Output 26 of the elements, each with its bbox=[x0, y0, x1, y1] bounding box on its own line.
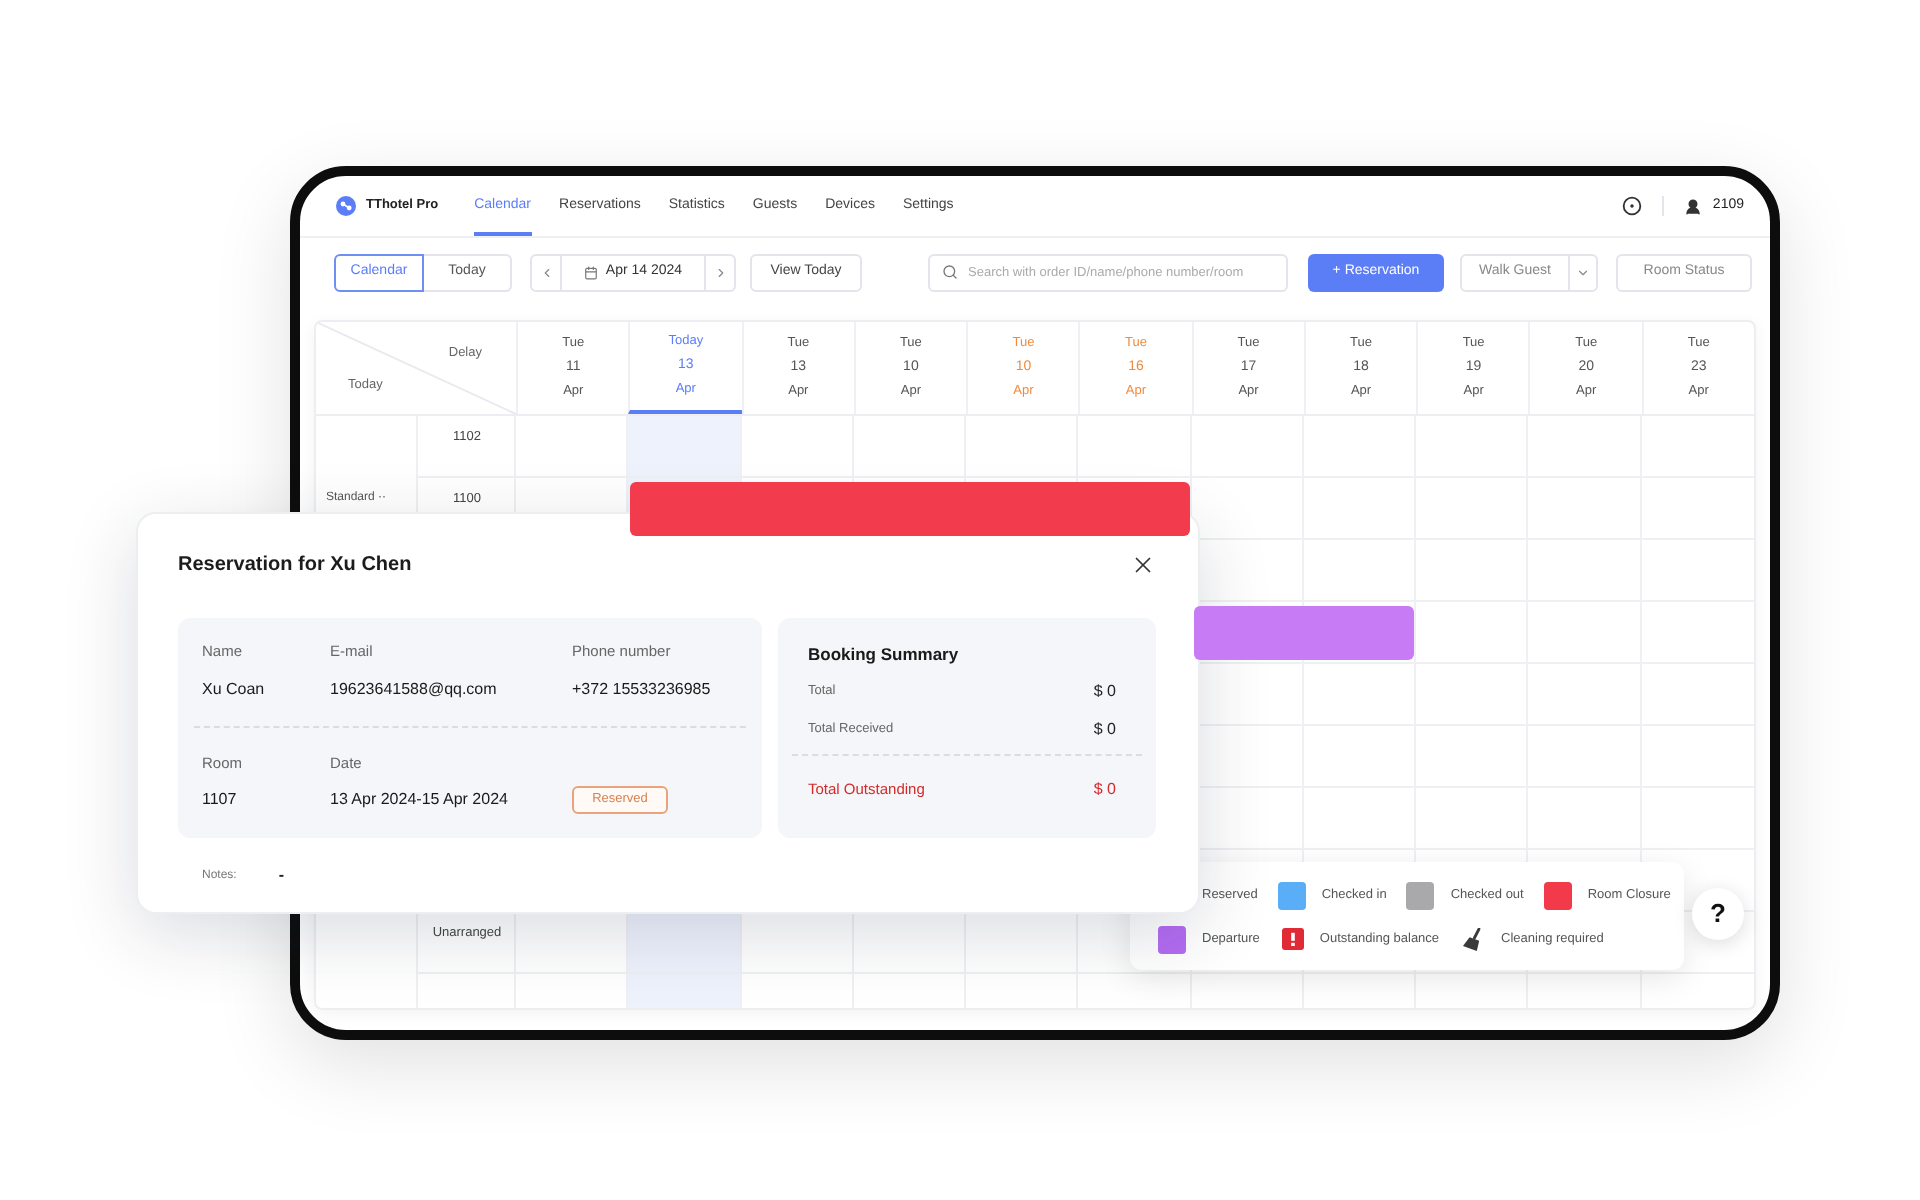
logo-icon bbox=[336, 196, 356, 216]
chevron-left-icon bbox=[539, 266, 553, 280]
search-icon bbox=[942, 264, 958, 280]
chevron-down-icon bbox=[1576, 266, 1590, 280]
broom-icon bbox=[1461, 927, 1486, 951]
summary-amount: $ 0 bbox=[1093, 718, 1116, 742]
summary-amount: $ 0 bbox=[1093, 680, 1116, 704]
next-button[interactable] bbox=[704, 254, 736, 292]
user-icon[interactable] bbox=[1684, 197, 1703, 215]
field-value: Xu Coan bbox=[202, 680, 267, 700]
circle-dot-icon[interactable] bbox=[1622, 196, 1643, 216]
field-value: 13 Apr 2024-15 Apr 2024 bbox=[330, 790, 510, 810]
alert-badge-icon bbox=[1281, 928, 1304, 950]
previous-button[interactable] bbox=[530, 254, 562, 292]
field-value: 19623641588@qq.com bbox=[330, 680, 499, 700]
field-value: +372 15533236985 bbox=[572, 680, 713, 700]
summary-title: Booking Summary bbox=[808, 644, 961, 664]
dropdown-button[interactable] bbox=[1568, 254, 1598, 292]
notes-value: - bbox=[278, 864, 285, 888]
dialog-title: Reservation for Xu Chen bbox=[178, 551, 412, 579]
calendar-icon bbox=[583, 266, 598, 280]
chevron-right-icon bbox=[713, 266, 727, 280]
outstanding-amount: $ 0 bbox=[1093, 778, 1116, 802]
booking-bar[interactable] bbox=[630, 482, 1190, 536]
booking-bar[interactable] bbox=[1193, 606, 1415, 660]
field-value: 1107 bbox=[202, 790, 239, 810]
